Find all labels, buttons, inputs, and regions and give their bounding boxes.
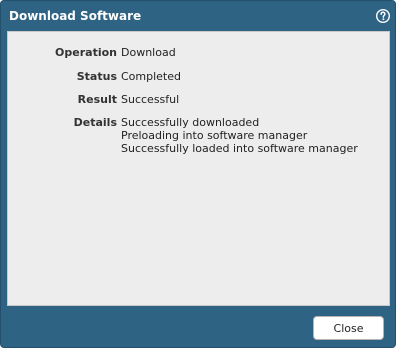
- status-value: Completed: [121, 70, 181, 83]
- details-line: Preloading into software manager: [121, 129, 308, 142]
- details-line: Successfully downloaded: [121, 116, 260, 129]
- details-line: Successfully loaded into software manage…: [121, 142, 358, 155]
- dialog-content-panel: Operation Download Status Completed Resu…: [7, 31, 390, 306]
- help-icon[interactable]: [375, 8, 391, 24]
- operation-value: Download: [121, 46, 176, 59]
- details-label: Details: [73, 116, 117, 129]
- operation-label: Operation: [55, 46, 117, 59]
- status-label: Status: [76, 70, 117, 83]
- dialog-titlebar[interactable]: Download Software: [1, 1, 395, 31]
- close-button[interactable]: Close: [313, 316, 384, 340]
- details-lines: Successfully downloaded Preloading into …: [121, 116, 358, 155]
- download-software-dialog: Download Software Operation Download Sta…: [0, 0, 396, 348]
- dialog-title: Download Software: [9, 9, 142, 23]
- result-value: Successful: [121, 93, 180, 106]
- result-label: Result: [77, 93, 117, 106]
